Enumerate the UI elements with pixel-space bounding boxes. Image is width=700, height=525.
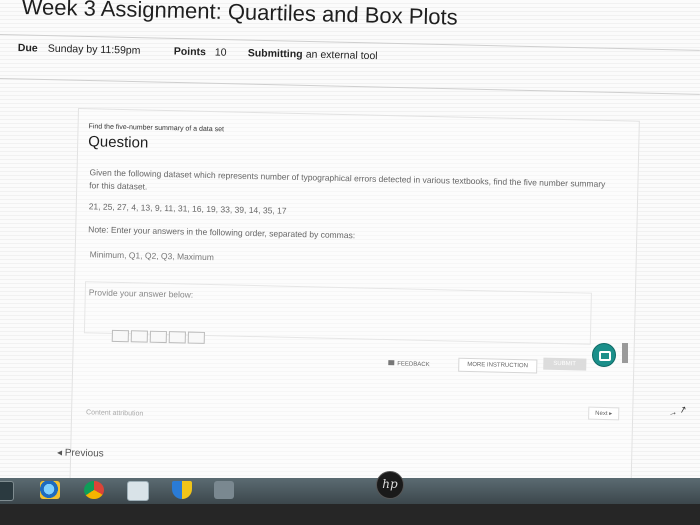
assignment-meta: Due Sunday by 11:59pm Points 10 Submitti…	[17, 42, 457, 76]
feedback-button[interactable]: FEEDBACK	[388, 360, 430, 369]
next-label: Next	[595, 410, 608, 418]
start-icon[interactable]	[0, 481, 14, 501]
arrow-icon: → ↗	[666, 403, 688, 419]
divider	[0, 78, 700, 95]
question-body: Given the following dataset which repres…	[89, 167, 606, 192]
hp-logo-icon: hp	[376, 471, 404, 499]
points-value: 10	[214, 46, 227, 59]
chrome-icon[interactable]	[84, 481, 104, 499]
security-shield-icon[interactable]	[172, 481, 192, 499]
content-attribution-link[interactable]: Content attribution	[86, 409, 143, 417]
page-title: Week 3 Assignment: Quartiles and Box Plo…	[21, 0, 459, 30]
points-label: Points	[173, 45, 207, 59]
answer-format-note: Note: Enter your answers in the followin…	[88, 224, 356, 241]
answer-blank[interactable]	[168, 331, 186, 344]
laptop-bezel	[0, 504, 700, 525]
next-button[interactable]: Next ▸	[588, 406, 620, 421]
app-icon[interactable]	[214, 481, 234, 499]
scrollbar[interactable]	[622, 343, 628, 363]
dataset-values: 21, 25, 27, 4, 13, 9, 11, 31, 16, 19, 33…	[88, 201, 287, 216]
screen: Week 3 Assignment: Quartiles and Box Plo…	[0, 0, 700, 480]
answer-blank[interactable]	[187, 331, 205, 344]
question-title: Question	[88, 133, 149, 152]
answer-blank[interactable]	[111, 329, 129, 343]
question-subtitle: Find the five-number summary of a data s…	[88, 123, 225, 134]
previous-link[interactable]: ◂ Previous	[57, 447, 104, 459]
submit-button[interactable]: SUBMIT	[543, 357, 587, 371]
feedback-icon	[388, 360, 395, 366]
submitting-label: Submitting	[247, 47, 303, 61]
answer-blank[interactable]	[130, 330, 148, 343]
due-label: Due	[17, 42, 38, 55]
feedback-label: FEEDBACK	[397, 361, 430, 369]
more-instruction-button[interactable]: MORE INSTRUCTION	[458, 357, 538, 374]
question-panel: Find the five-number summary of a data s…	[69, 108, 640, 480]
chat-toggle-icon[interactable]	[592, 343, 616, 367]
previous-label: Previous	[64, 447, 104, 460]
internet-explorer-icon[interactable]	[40, 481, 60, 499]
due-value: Sunday by 11:59pm	[47, 42, 141, 57]
answer-input[interactable]	[111, 329, 205, 344]
taskbar	[0, 478, 700, 504]
media-player-icon[interactable]	[127, 481, 149, 501]
submitting-value: an external tool	[305, 48, 378, 63]
answer-blank[interactable]	[149, 330, 167, 344]
answer-order: Minimum, Q1, Q2, Q3, Maximum	[89, 249, 214, 263]
